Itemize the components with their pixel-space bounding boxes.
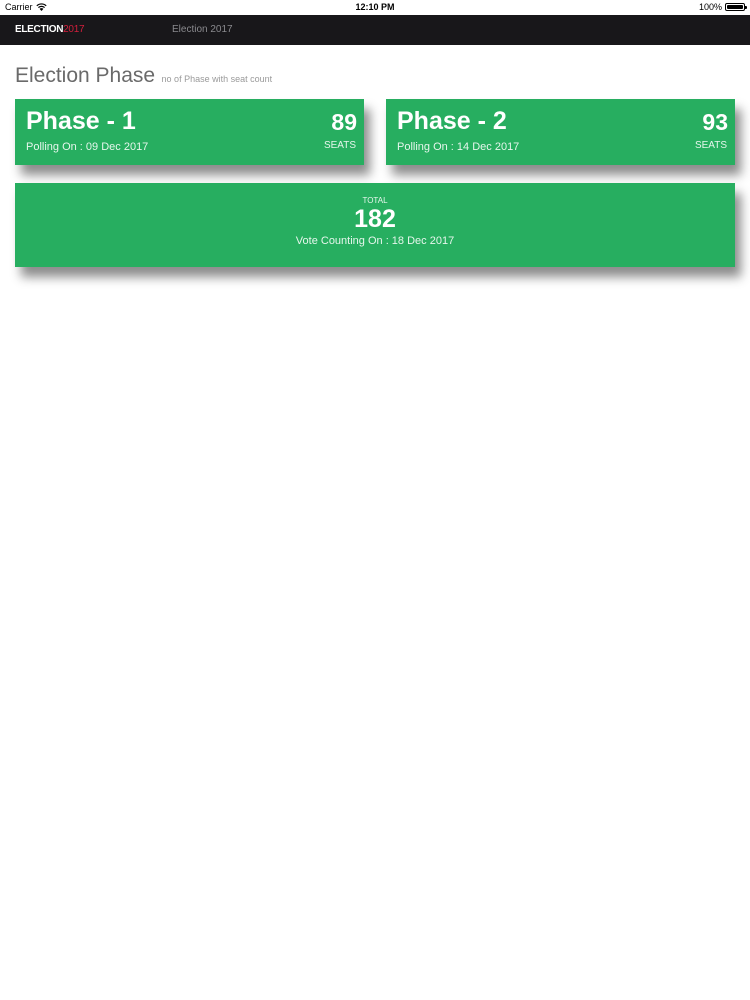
section-title: Election Phase bbox=[15, 64, 156, 87]
status-right: 100% bbox=[698, 2, 747, 12]
logo-word: ELECTION bbox=[15, 24, 64, 35]
phase-name: Phase - 1 bbox=[26, 107, 136, 135]
section-subtitle: no of Phase with seat count bbox=[161, 74, 273, 84]
battery-percent: 100% bbox=[698, 2, 722, 12]
nav-bar: ELECTION2017 Election 2017 bbox=[0, 15, 750, 45]
phase-seats-label: SEATS bbox=[694, 140, 727, 151]
phase-name: Phase - 2 bbox=[397, 107, 507, 135]
logo-year: 2017 bbox=[63, 24, 85, 35]
phase-seat-count: 89 bbox=[331, 109, 357, 135]
nav-title: Election 2017 bbox=[172, 24, 233, 35]
phase-card-2[interactable]: Phase - 2 Polling On : 14 Dec 2017 93 SE… bbox=[386, 99, 735, 165]
phase-polling-date: Polling On : 14 Dec 2017 bbox=[397, 141, 520, 153]
phase-seats-label: SEATS bbox=[323, 140, 356, 151]
total-card[interactable]: TOTAL 182 Vote Counting On : 18 Dec 2017 bbox=[15, 183, 735, 267]
status-time: 12:10 PM bbox=[355, 2, 395, 12]
status-bar: Carrier 12:10 PM 100% bbox=[0, 0, 750, 15]
phase-seat-count: 93 bbox=[702, 109, 728, 135]
app-logo[interactable]: ELECTION2017 bbox=[15, 24, 85, 35]
phase-polling-date: Polling On : 09 Dec 2017 bbox=[26, 141, 149, 153]
battery-icon bbox=[725, 3, 747, 11]
phase-card-1[interactable]: Phase - 1 Polling On : 09 Dec 2017 89 SE… bbox=[15, 99, 364, 165]
vote-counting-date: Vote Counting On : 18 Dec 2017 bbox=[295, 235, 455, 247]
section-header: Election Phase no of Phase with seat cou… bbox=[15, 64, 272, 88]
total-seat-count: 182 bbox=[354, 205, 396, 233]
